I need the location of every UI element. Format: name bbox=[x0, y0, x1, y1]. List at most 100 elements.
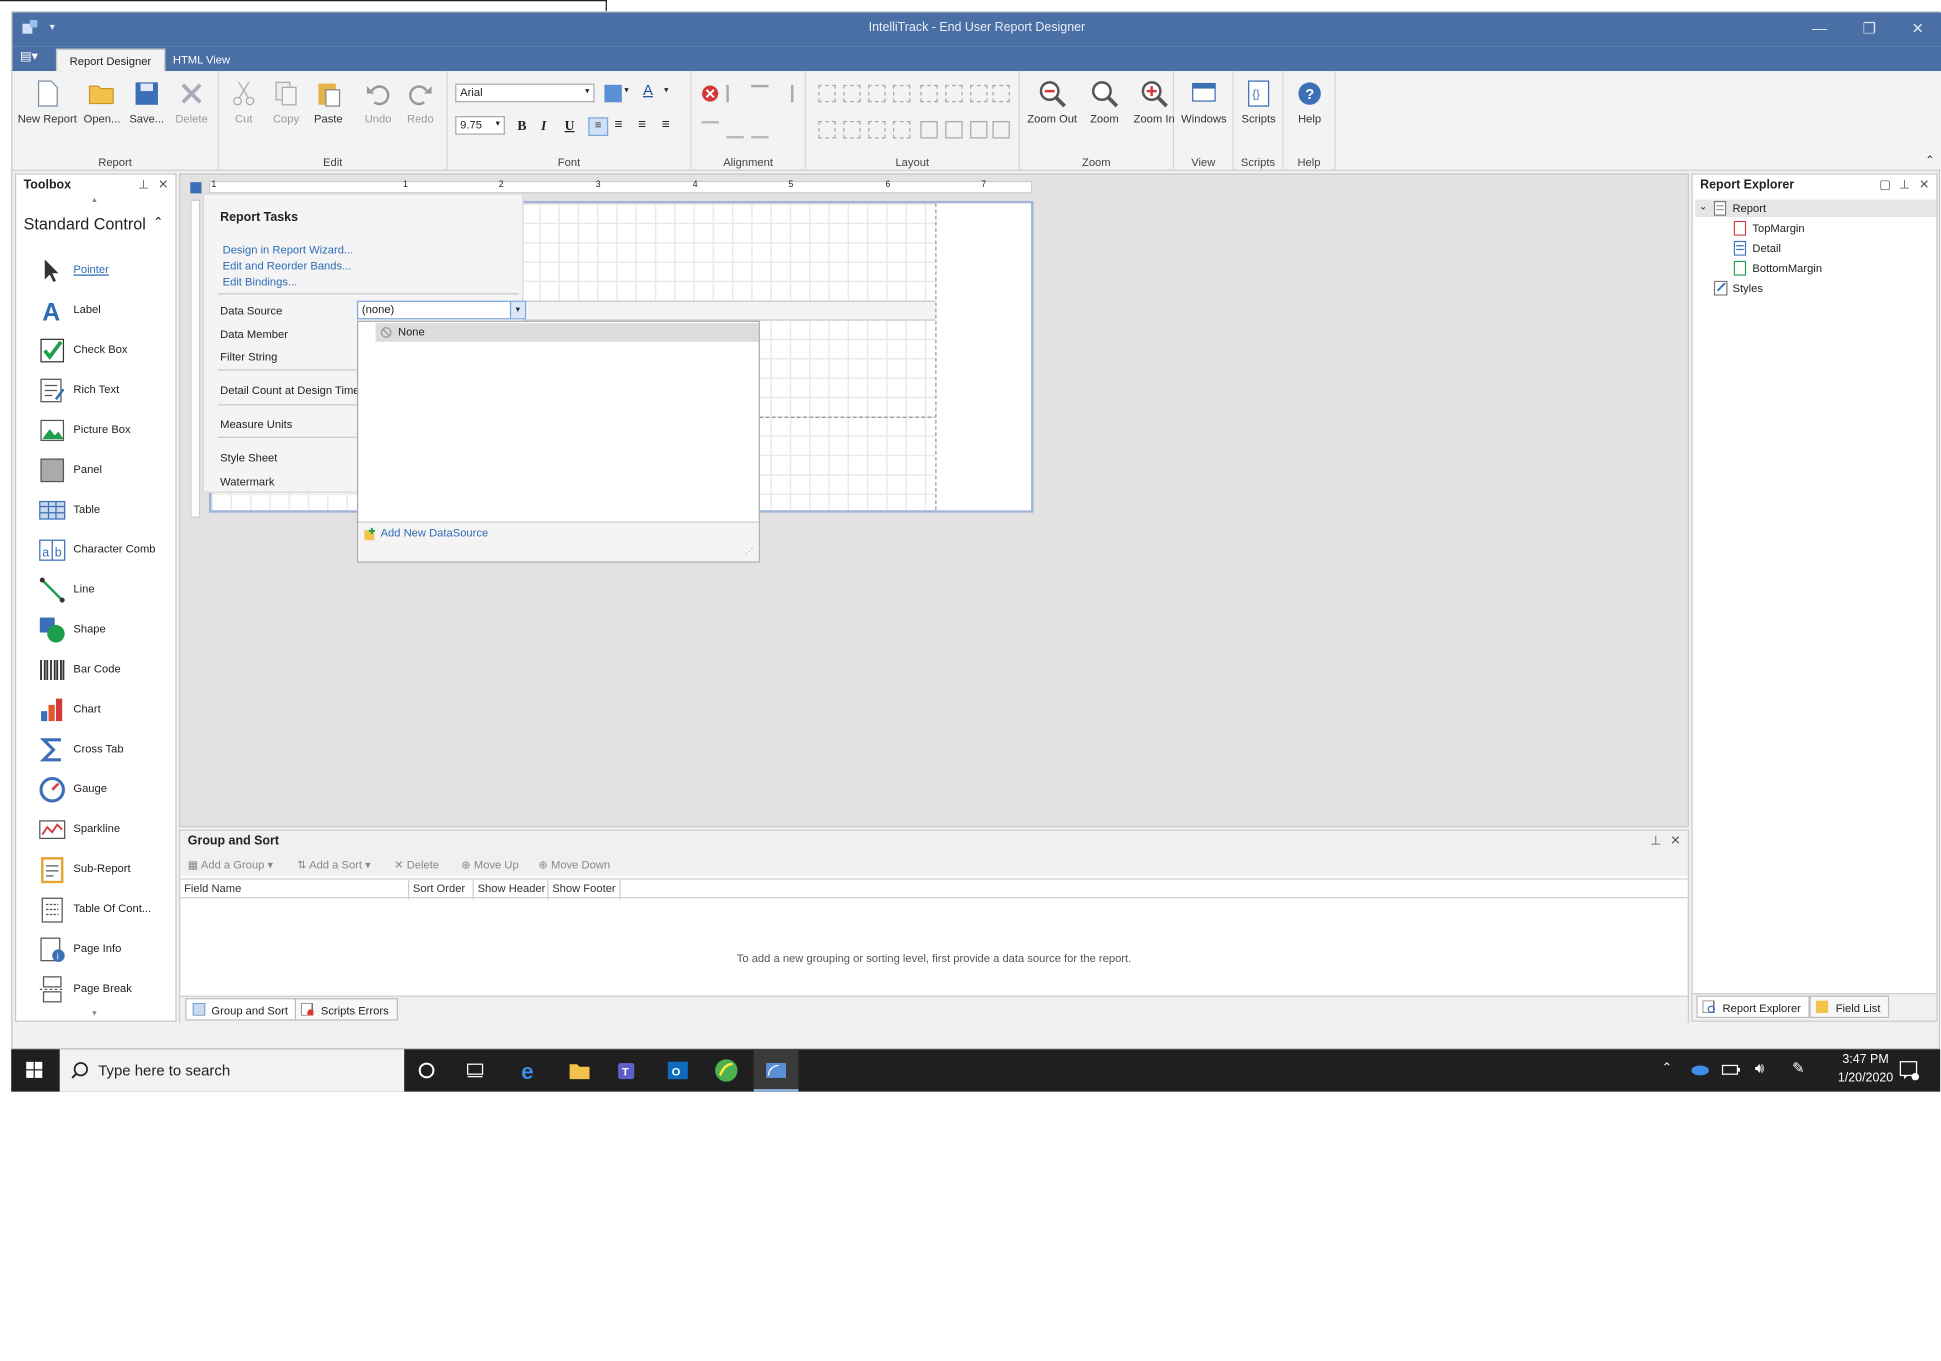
tree-node-detail[interactable]: Detail bbox=[1752, 242, 1781, 254]
layout-tool-1-icon[interactable] bbox=[818, 84, 836, 103]
data-source-select[interactable]: (none) ▾ bbox=[356, 300, 527, 320]
align-bottoms-icon[interactable] bbox=[751, 121, 769, 139]
explorer-close-icon[interactable]: ✕ bbox=[1919, 178, 1929, 192]
restore-icon[interactable]: ❐ bbox=[1856, 19, 1883, 39]
app-menu-button[interactable]: ▤▾ bbox=[20, 50, 50, 70]
tab-html-view[interactable]: HTML View bbox=[160, 49, 242, 71]
smart-tag-button[interactable] bbox=[190, 182, 202, 194]
align-tops-icon[interactable] bbox=[701, 121, 719, 138]
column-show-header[interactable]: Show Header bbox=[474, 879, 549, 900]
column-show-footer[interactable]: Show Footer bbox=[548, 879, 621, 900]
move-up-button[interactable]: ⊕ Move Up bbox=[461, 853, 518, 875]
underline-icon[interactable]: U bbox=[565, 119, 575, 134]
collapse-ribbon-icon[interactable]: ⌃ bbox=[1925, 153, 1934, 167]
column-sort-order[interactable]: Sort Order bbox=[409, 879, 474, 900]
align-rights-icon[interactable] bbox=[776, 84, 794, 103]
tree-node-styles[interactable]: Styles bbox=[1732, 282, 1762, 294]
scripts-button[interactable]: {} Scripts bbox=[1234, 79, 1284, 125]
group-sort-pin-icon[interactable]: ⊥ bbox=[1650, 835, 1661, 849]
italic-icon[interactable]: I bbox=[541, 119, 546, 134]
teams-icon[interactable]: T bbox=[614, 1057, 641, 1084]
zoom-in-button[interactable]: Zoom In bbox=[1129, 79, 1179, 125]
layout-tool-12-icon[interactable] bbox=[892, 121, 911, 139]
explorer-float-icon[interactable]: ▢ bbox=[1879, 178, 1891, 192]
close-icon[interactable]: ✕ bbox=[1904, 19, 1931, 39]
layout-tool-15-icon[interactable] bbox=[970, 121, 988, 139]
group-sort-close-icon[interactable]: ✕ bbox=[1670, 835, 1680, 849]
column-field-name[interactable]: Field Name bbox=[180, 879, 410, 900]
design-in-wizard-link[interactable]: Design in Report Wizard... bbox=[223, 243, 354, 255]
task-view-icon[interactable] bbox=[466, 1062, 493, 1089]
zoom-button[interactable]: Zoom bbox=[1080, 79, 1130, 125]
layout-tool-13-icon[interactable] bbox=[920, 121, 938, 139]
outlook-icon[interactable]: O bbox=[664, 1057, 691, 1084]
battery-icon[interactable] bbox=[1721, 1063, 1741, 1075]
tree-node-top-margin[interactable]: TopMargin bbox=[1752, 222, 1804, 234]
layout-tool-9-icon[interactable] bbox=[818, 121, 836, 139]
expand-chevron-icon[interactable]: ⌄ bbox=[1699, 201, 1707, 212]
justify-icon[interactable]: ≡ bbox=[662, 117, 670, 132]
notifications-icon[interactable] bbox=[1899, 1060, 1920, 1081]
zoom-out-button[interactable]: Zoom Out bbox=[1025, 79, 1080, 125]
resize-grip-icon[interactable]: ⋰ bbox=[745, 546, 754, 557]
toolbox-section-header[interactable]: Standard Control bbox=[24, 215, 171, 234]
move-down-button[interactable]: ⊕ Move Down bbox=[539, 853, 611, 875]
tree-root-row[interactable] bbox=[1695, 199, 1937, 218]
layout-tool-4-icon[interactable] bbox=[892, 84, 911, 103]
help-button[interactable]: ? Help bbox=[1285, 79, 1335, 125]
explorer-pin-icon[interactable]: ⊥ bbox=[1899, 178, 1910, 192]
layout-tool-14-icon[interactable] bbox=[945, 121, 963, 139]
cortana-icon[interactable] bbox=[418, 1062, 445, 1089]
highlight-color-icon[interactable] bbox=[604, 84, 622, 103]
file-explorer-icon[interactable] bbox=[566, 1057, 593, 1084]
paste-button[interactable]: Paste bbox=[303, 79, 353, 125]
layout-tool-6-icon[interactable] bbox=[945, 84, 963, 103]
redo-button[interactable]: Redo bbox=[395, 79, 445, 125]
windows-start-icon[interactable] bbox=[26, 1061, 43, 1079]
delete-level-button[interactable]: ✕ Delete bbox=[394, 853, 439, 875]
layout-tool-10-icon[interactable] bbox=[843, 121, 861, 139]
scroll-up-icon[interactable]: ▲ bbox=[91, 197, 98, 204]
bold-icon[interactable]: B bbox=[517, 119, 526, 134]
app-leaf-icon[interactable] bbox=[713, 1057, 740, 1084]
toolbox-close-icon[interactable]: ✕ bbox=[158, 178, 168, 192]
layout-tool-5-icon[interactable] bbox=[920, 84, 938, 103]
delete-red-icon[interactable] bbox=[701, 85, 719, 102]
clock-date[interactable]: 1/20/2020 bbox=[1829, 1072, 1901, 1086]
clock-time[interactable]: 3:47 PM bbox=[1834, 1053, 1896, 1067]
font-color-dropdown-icon[interactable]: ▾ bbox=[664, 85, 668, 95]
onedrive-icon[interactable] bbox=[1690, 1063, 1710, 1076]
layout-tool-7-icon[interactable] bbox=[970, 84, 988, 103]
align-left-icon[interactable]: ≡ bbox=[588, 117, 609, 136]
open-button[interactable]: Open... bbox=[77, 79, 127, 125]
show-hidden-icons-icon[interactable]: ⌃ bbox=[1662, 1062, 1672, 1076]
layout-tool-8-icon[interactable] bbox=[992, 84, 1010, 103]
align-center-icon[interactable]: ≡ bbox=[614, 117, 622, 132]
volume-icon[interactable]: 🔊︎ bbox=[1755, 1059, 1764, 1078]
collapse-section-icon[interactable]: ⌃ bbox=[153, 216, 163, 230]
tree-node-bottom-margin[interactable]: BottomMargin bbox=[1752, 262, 1822, 274]
tree-node-report[interactable]: Report bbox=[1732, 202, 1766, 214]
pen-icon[interactable]: ✎ bbox=[1792, 1059, 1805, 1076]
font-size-select[interactable]: 9.75 ▾ bbox=[455, 116, 505, 135]
delete-button[interactable]: Delete bbox=[167, 79, 217, 125]
edge-browser-icon[interactable]: e bbox=[516, 1057, 543, 1084]
taskbar-search-box[interactable]: Type here to search bbox=[59, 1049, 405, 1092]
align-right-icon[interactable]: ≡ bbox=[638, 117, 646, 132]
dropdown-option-none[interactable]: None bbox=[375, 323, 759, 342]
pin-icon[interactable]: ⊥ bbox=[138, 178, 149, 192]
minimize-icon[interactable]: — bbox=[1806, 19, 1833, 39]
align-middles-icon[interactable] bbox=[726, 121, 744, 139]
font-name-select[interactable]: Arial ▾ bbox=[455, 83, 595, 103]
align-centers-icon[interactable] bbox=[751, 84, 769, 102]
active-app-highlight[interactable] bbox=[753, 1049, 799, 1092]
scroll-down-icon[interactable]: ▼ bbox=[91, 1011, 98, 1018]
layout-tool-11-icon[interactable] bbox=[868, 121, 886, 139]
layout-tool-2-icon[interactable] bbox=[843, 84, 861, 103]
layout-tool-3-icon[interactable] bbox=[868, 84, 886, 103]
dropdown-arrow-icon[interactable]: ▾ bbox=[509, 301, 525, 319]
add-group-button[interactable]: ▦ Add a Group ▾ bbox=[188, 853, 273, 875]
highlight-dropdown-icon[interactable]: ▾ bbox=[624, 85, 628, 95]
edit-reorder-bands-link[interactable]: Edit and Reorder Bands... bbox=[223, 260, 352, 272]
layout-tool-16-icon[interactable] bbox=[992, 121, 1010, 139]
